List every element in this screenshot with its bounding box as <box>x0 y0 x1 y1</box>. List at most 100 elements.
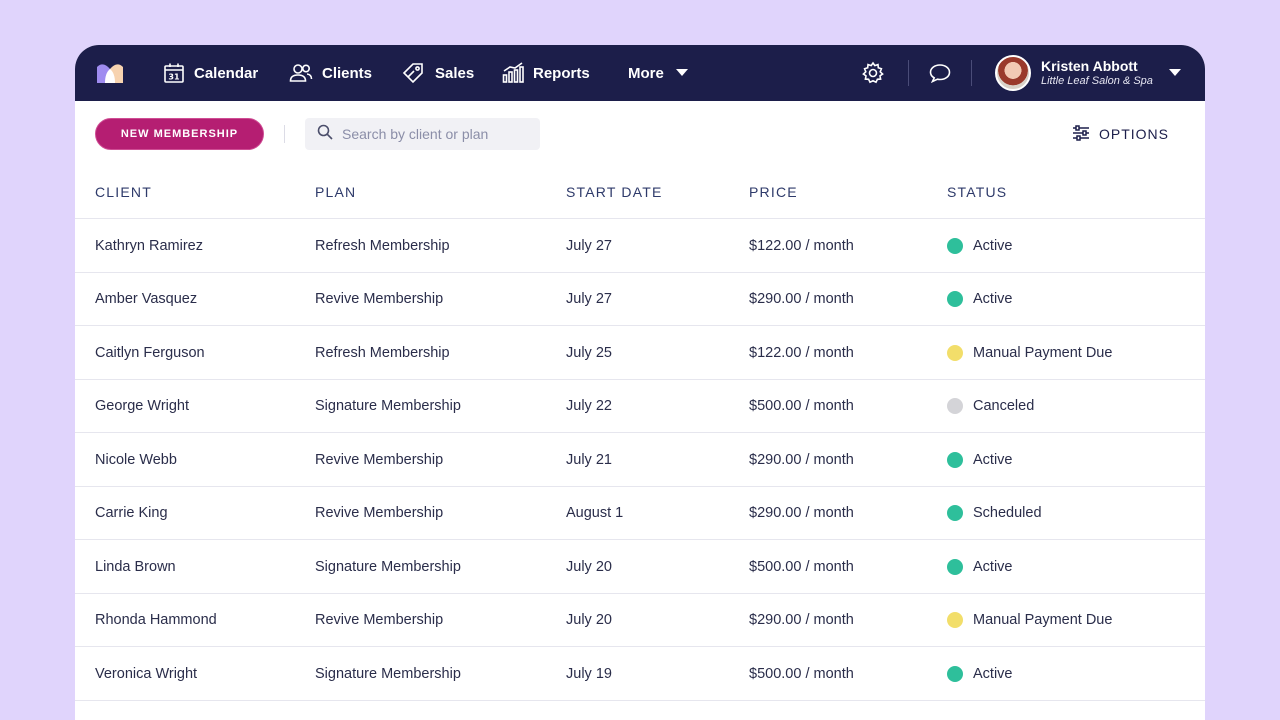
price: $290.00 / month <box>749 291 854 307</box>
status-badge: Active <box>947 540 1013 593</box>
avatar <box>995 55 1031 91</box>
client-name: George Wright <box>95 398 190 414</box>
plan-name: Signature Membership <box>315 398 461 414</box>
nav-more[interactable]: More <box>628 45 688 101</box>
table-header: CLIENT PLAN START DATE PRICE STATUS <box>75 167 1205 219</box>
status-dot-icon <box>947 665 963 682</box>
status-label: Manual Payment Due <box>973 344 1113 361</box>
nav-divider <box>971 60 972 86</box>
start-date: July 27 <box>566 237 612 254</box>
nav-clients[interactable]: Clients <box>289 45 372 101</box>
plan-name: Refresh Membership <box>315 344 450 361</box>
sliders-icon <box>1072 124 1090 144</box>
price: $122.00 / month <box>749 344 854 361</box>
table-row[interactable]: George Wright Signature Membership July 22… <box>75 380 1205 433</box>
plan-name: Signature Membership <box>315 665 461 682</box>
nav-more-label: More <box>628 64 664 82</box>
toolbar-divider <box>284 125 285 143</box>
chevron-down-icon <box>675 69 688 77</box>
start-date: July 20 <box>566 558 612 575</box>
nav-sales[interactable]: Sales <box>402 45 474 101</box>
client-name: Carrie King <box>95 505 168 521</box>
client-name: Veronica Wright <box>95 665 198 682</box>
start-date: July 19 <box>566 665 612 682</box>
user-business: Little Leaf Salon & Spa <box>1041 74 1153 87</box>
chat-icon[interactable] <box>928 61 952 85</box>
start-date: July 22 <box>566 398 612 414</box>
client-name: Nicole Webb <box>95 451 177 468</box>
gear-icon[interactable] <box>861 61 885 85</box>
plan-name: Signature Membership <box>315 558 461 575</box>
price: $290.00 / month <box>749 451 854 468</box>
price: $500.00 / month <box>749 398 854 414</box>
svg-text:31: 31 <box>168 73 180 82</box>
plan-name: Revive Membership <box>315 451 444 468</box>
plan-name: Refresh Membership <box>315 237 450 254</box>
column-header-price[interactable]: PRICE <box>749 184 798 200</box>
status-label: Active <box>973 237 1013 254</box>
status-label: Active <box>973 291 1013 307</box>
app-window: 31 Calendar Clients Sales Reports More K… <box>75 45 1205 720</box>
client-name: Linda Brown <box>95 558 176 575</box>
status-badge: Active <box>947 647 1013 700</box>
table-row[interactable]: Linda Brown Signature Membership July 20 $5… <box>75 540 1205 594</box>
chart-icon <box>502 62 524 84</box>
new-membership-button[interactable]: NEW MEMBERSHIP <box>95 118 264 150</box>
client-name: Amber Vasquez <box>95 291 198 307</box>
table-row[interactable]: Caitlyn Ferguson Refresh Membership July 2… <box>75 326 1205 380</box>
options-label: OPTIONS <box>1099 126 1170 142</box>
nav-reports[interactable]: Reports <box>502 45 590 101</box>
status-badge: Scheduled <box>947 487 1042 540</box>
price: $500.00 / month <box>749 558 854 575</box>
status-label: Manual Payment Due <box>973 612 1113 628</box>
toolbar: NEW MEMBERSHIP OPTIONS <box>75 101 1205 167</box>
nav-calendar-label: Calendar <box>194 64 259 82</box>
start-date: July 25 <box>566 344 612 361</box>
user-menu[interactable]: Kristen Abbott Little Leaf Salon & Spa <box>995 53 1181 93</box>
table-body: Kathryn Ramirez Refresh Membership July 27… <box>75 219 1205 701</box>
nav-sales-label: Sales <box>435 64 475 82</box>
search-box[interactable] <box>305 118 540 150</box>
price: $290.00 / month <box>749 612 854 628</box>
start-date: July 21 <box>566 451 612 468</box>
status-label: Canceled <box>973 398 1035 414</box>
column-header-status[interactable]: STATUS <box>947 184 1007 200</box>
nav-reports-label: Reports <box>533 64 590 82</box>
table-row[interactable]: Rhonda Hammond Revive Membership July 20 $2… <box>75 594 1205 647</box>
status-badge: Active <box>947 433 1013 486</box>
status-dot-icon <box>947 612 963 628</box>
table-row[interactable]: Nicole Webb Revive Membership July 21 $290.… <box>75 433 1205 487</box>
table-row[interactable]: Veronica Wright Signature Membership July … <box>75 647 1205 701</box>
status-dot-icon <box>947 344 963 361</box>
status-dot-icon <box>947 451 963 468</box>
price: $290.00 / month <box>749 505 854 521</box>
price: $122.00 / month <box>749 237 854 254</box>
column-header-client[interactable]: CLIENT <box>95 184 152 200</box>
nav-divider <box>908 60 909 86</box>
column-header-plan[interactable]: PLAN <box>315 184 356 200</box>
options-button[interactable]: OPTIONS <box>1072 123 1169 145</box>
status-badge: Manual Payment Due <box>947 594 1112 647</box>
status-dot-icon <box>947 291 963 307</box>
client-name: Kathryn Ramirez <box>95 237 203 254</box>
price: $500.00 / month <box>749 665 854 682</box>
nav-clients-label: Clients <box>322 64 373 82</box>
status-dot-icon <box>947 558 963 575</box>
plan-name: Revive Membership <box>315 612 444 628</box>
client-name: Rhonda Hammond <box>95 612 217 628</box>
table-row[interactable]: Carrie King Revive Membership August 1 $290… <box>75 487 1205 540</box>
search-icon <box>317 124 333 145</box>
status-label: Scheduled <box>973 505 1042 521</box>
user-info: Kristen Abbott Little Leaf Salon & Spa <box>1041 58 1153 87</box>
nav-calendar[interactable]: 31 Calendar <box>163 45 258 101</box>
column-header-start-date[interactable]: START DATE <box>566 184 663 200</box>
table-row[interactable]: Amber Vasquez Revive Membership July 27 $29… <box>75 273 1205 326</box>
status-badge: Canceled <box>947 380 1034 433</box>
table-row[interactable]: Kathryn Ramirez Refresh Membership July 27… <box>75 219 1205 273</box>
status-badge: Active <box>947 219 1013 272</box>
status-label: Active <box>973 665 1013 682</box>
search-input[interactable] <box>342 126 532 142</box>
status-label: Active <box>973 451 1013 468</box>
app-logo-icon[interactable] <box>95 61 125 83</box>
status-badge: Manual Payment Due <box>947 326 1112 379</box>
